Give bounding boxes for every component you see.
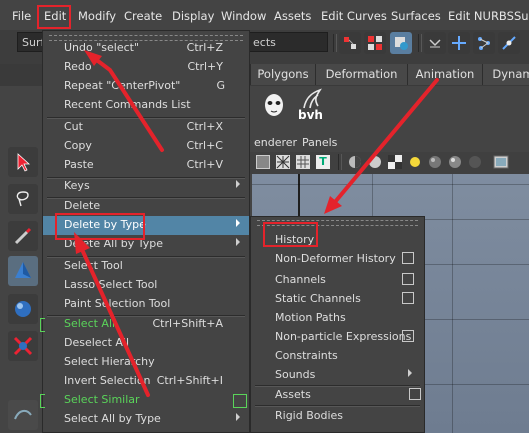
arrow-to-delete-by-type: [78, 243, 150, 397]
arrow-to-history: [333, 78, 439, 204]
arrow-to-edit: [88, 53, 164, 152]
annotation-arrows: [74, 50, 439, 397]
arrow-head: [74, 232, 90, 254]
